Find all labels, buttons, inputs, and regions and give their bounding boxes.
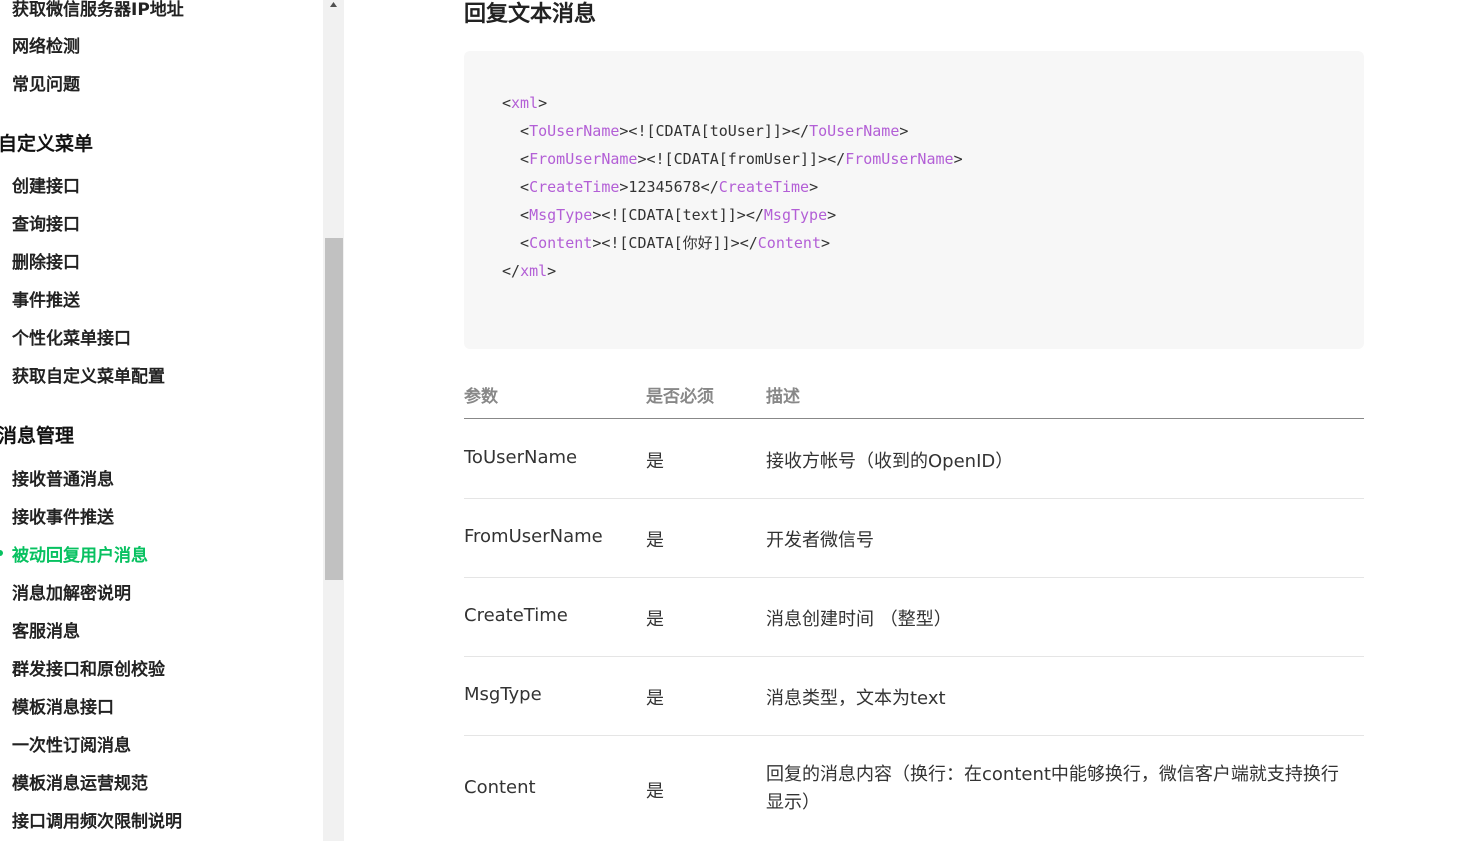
sidebar-item-one-time-subscribe[interactable]: 一次性订阅消息 [12, 735, 131, 757]
param-description: 开发者微信号 [766, 530, 874, 551]
sidebar-item-mass-send[interactable]: 群发接口和原创校验 [12, 659, 165, 681]
param-name: ToUserName [464, 447, 578, 468]
param-name: CreateTime [464, 605, 568, 626]
sidebar-item-template-rules[interactable]: 模板消息运营规范 [12, 773, 148, 795]
table-header-description: 描述 [766, 387, 800, 407]
param-required: 是 [646, 609, 664, 630]
code-line: <FromUserName><![CDATA[fromUser]]></From… [502, 150, 963, 168]
scroll-up-arrow-icon[interactable] [327, 0, 340, 10]
param-description: 消息类型，文本为text [766, 688, 946, 709]
code-line: <MsgType><![CDATA[text]]></MsgType> [502, 206, 837, 224]
table-row: MsgType 是 消息类型，文本为text [464, 656, 1364, 736]
sidebar-item-receive-event[interactable]: 接收事件推送 [12, 507, 114, 529]
sidebar-item-event-push[interactable]: 事件推送 [12, 290, 80, 312]
param-required: 是 [646, 688, 664, 709]
sidebar-item-customer-service[interactable]: 客服消息 [12, 621, 80, 643]
sidebar-item-personalized-menu[interactable]: 个性化菜单接口 [12, 328, 131, 350]
param-required: 是 [646, 530, 664, 551]
table-header-param: 参数 [464, 387, 498, 407]
table-row: ToUserName 是 接收方帐号（收到的OpenID） [464, 419, 1364, 499]
code-line: <Content><![CDATA[你好]]></Content> [502, 234, 831, 252]
param-name: MsgType [464, 684, 542, 705]
sidebar-item-faq[interactable]: 常见问题 [12, 74, 80, 96]
sidebar-item-receive-normal[interactable]: 接收普通消息 [12, 469, 114, 491]
param-required: 是 [646, 451, 664, 472]
active-indicator [0, 550, 3, 556]
sidebar-item-network-check[interactable]: 网络检测 [12, 36, 80, 58]
sidebar-item-passive-reply[interactable]: 被动回复用户消息 [12, 545, 148, 567]
sidebar-group-message-management[interactable]: 消息管理 [0, 424, 74, 448]
sidebar-group-custom-menu[interactable]: 自定义菜单 [0, 132, 93, 156]
code-block: <xml> <ToUserName><![CDATA[toUser]]></To… [464, 51, 1364, 349]
table-row: Content 是 回复的消息内容（换行：在content中能够换行，微信客户端… [464, 735, 1364, 841]
code-line: <CreateTime>12345678</CreateTime> [502, 178, 819, 196]
code-line: <ToUserName><![CDATA[toUser]]></ToUserNa… [502, 122, 909, 140]
code-line: </xml> [502, 262, 557, 280]
param-name: Content [464, 777, 536, 798]
table-row: FromUserName 是 开发者微信号 [464, 498, 1364, 578]
sidebar-item-get-ip[interactable]: 获取微信服务器IP地址 [12, 0, 184, 21]
sidebar-item-delete-api[interactable]: 删除接口 [12, 252, 80, 274]
table-header-required: 是否必须 [646, 387, 714, 407]
code-line: <xml> [502, 94, 548, 112]
param-required: 是 [646, 781, 664, 802]
scrollbar-thumb[interactable] [325, 238, 343, 580]
sidebar-nav: 获取微信服务器IP地址 网络检测 常见问题 自定义菜单 创建接口 查询接口 删除… [0, 0, 323, 841]
param-name: FromUserName [464, 526, 603, 547]
table-row: CreateTime 是 消息创建时间 （整型） [464, 577, 1364, 657]
param-description: 回复的消息内容（换行：在content中能够换行，微信客户端就支持换行显示） [766, 764, 1339, 813]
main-content: 回复文本消息 <xml> <ToUserName><![CDATA[toUser… [344, 0, 1484, 841]
sidebar-item-create-api[interactable]: 创建接口 [12, 176, 80, 198]
sidebar-item-encryption[interactable]: 消息加解密说明 [12, 583, 131, 605]
sidebar-item-query-api[interactable]: 查询接口 [12, 214, 80, 236]
sidebar-item-get-menu-config[interactable]: 获取自定义菜单配置 [12, 366, 165, 388]
param-description: 消息创建时间 （整型） [766, 609, 952, 630]
sidebar-item-template-msg[interactable]: 模板消息接口 [12, 697, 114, 719]
param-description: 接收方帐号（收到的OpenID） [766, 451, 1014, 472]
section-title: 回复文本消息 [464, 2, 597, 27]
sidebar-item-rate-limits[interactable]: 接口调用频次限制说明 [12, 811, 182, 833]
